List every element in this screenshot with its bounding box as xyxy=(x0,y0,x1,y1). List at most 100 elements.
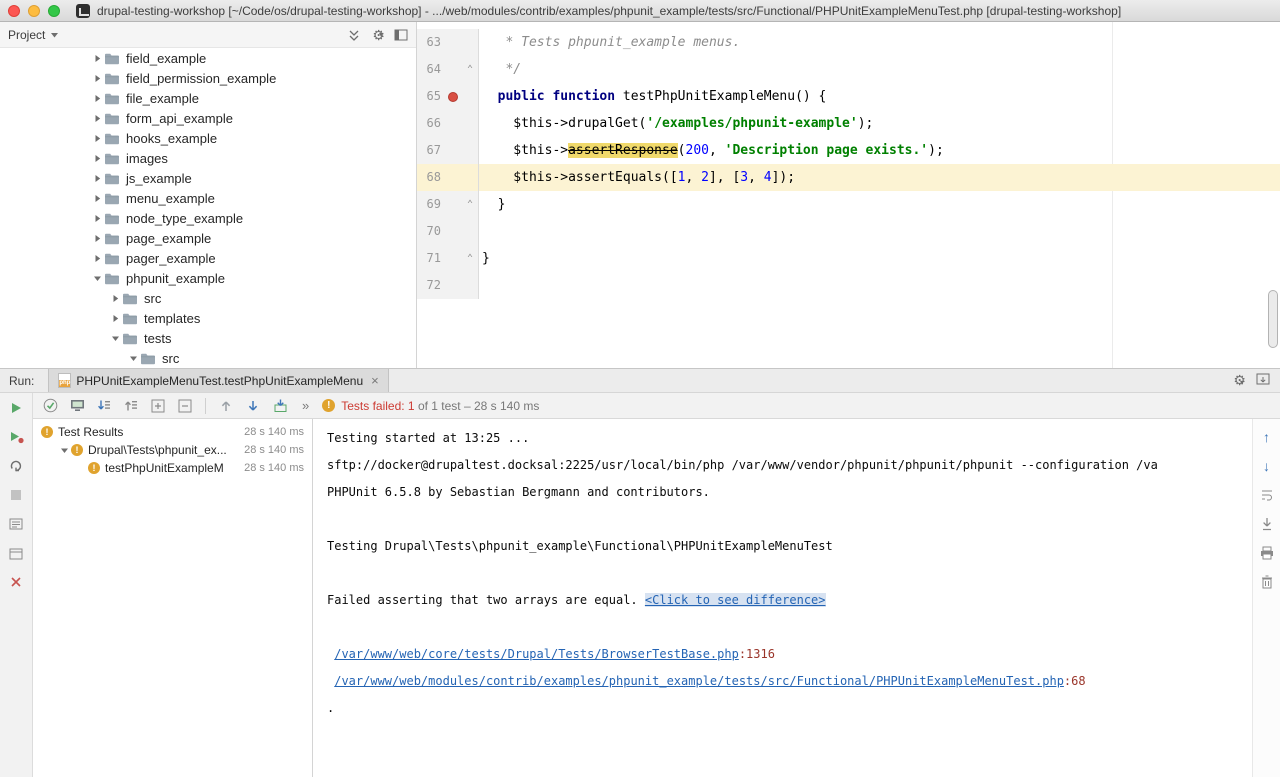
code-text[interactable]: */ xyxy=(479,56,1280,83)
gutter-marker-cell[interactable] xyxy=(444,110,462,137)
project-tree-item-phpunit_example[interactable]: phpunit_example xyxy=(0,268,416,288)
editor-line-68[interactable]: 68 $this->assertEquals([1, 2], [3, 4]); xyxy=(417,164,1280,191)
minimize-window-button[interactable] xyxy=(28,5,40,17)
next-failed-test-button[interactable] xyxy=(244,397,262,415)
code-text[interactable]: } xyxy=(479,191,1280,218)
editor-line-65[interactable]: 65 public function testPhpUnitExampleMen… xyxy=(417,83,1280,110)
print-icon[interactable] xyxy=(1258,544,1276,562)
code-text[interactable]: * Tests phpunit_example menus. xyxy=(479,29,1280,56)
close-run-panel-button[interactable] xyxy=(8,574,24,590)
project-tree-item-templates[interactable]: templates xyxy=(0,308,416,328)
gutter-marker-cell[interactable] xyxy=(444,245,462,272)
gear-icon[interactable]: ⚙▾ xyxy=(372,28,383,42)
chevron-right-icon[interactable] xyxy=(90,54,104,63)
project-tree-item-field_permission_example[interactable]: field_permission_example xyxy=(0,68,416,88)
toggle-auto-test-icon[interactable] xyxy=(8,458,24,474)
chevron-down-icon[interactable] xyxy=(90,274,104,283)
project-tree-item-js_example[interactable]: js_example xyxy=(0,168,416,188)
console-link[interactable]: <Click to see difference> xyxy=(645,593,826,607)
project-tree-item-page_example[interactable]: page_example xyxy=(0,228,416,248)
import-test-results-button[interactable] xyxy=(271,397,289,415)
editor-line-67[interactable]: 67 $this->assertResponse(200, 'Descripti… xyxy=(417,137,1280,164)
chevron-right-icon[interactable] xyxy=(108,294,122,303)
editor-line-71[interactable]: 71⌃} xyxy=(417,245,1280,272)
chevron-down-icon[interactable] xyxy=(50,28,59,42)
project-tree-item-images[interactable]: images xyxy=(0,148,416,168)
project-tree-item-src[interactable]: src xyxy=(0,288,416,308)
project-tree-item-field_example[interactable]: field_example xyxy=(0,48,416,68)
show-passed-toggle[interactable] xyxy=(41,397,59,415)
rerun-test-button[interactable] xyxy=(8,400,24,416)
run-settings-gear-icon[interactable]: ⚙▾ xyxy=(1233,372,1244,390)
chevron-right-icon[interactable] xyxy=(90,194,104,203)
project-view-selector[interactable]: Project xyxy=(8,28,45,42)
code-text[interactable]: $this->assertEquals([1, 2], [3, 4]); xyxy=(479,164,1280,191)
editor-line-66[interactable]: 66 $this->drupalGet('/examples/phpunit-e… xyxy=(417,110,1280,137)
expand-all-button[interactable] xyxy=(149,397,167,415)
code-text[interactable] xyxy=(479,218,1280,245)
gutter-marker-cell[interactable] xyxy=(444,83,462,110)
close-window-button[interactable] xyxy=(8,5,20,17)
line-number[interactable]: 72 xyxy=(417,272,444,299)
chevron-right-icon[interactable] xyxy=(108,314,122,323)
chevron-right-icon[interactable] xyxy=(90,234,104,243)
line-number[interactable]: 69 xyxy=(417,191,444,218)
line-number[interactable]: 70 xyxy=(417,218,444,245)
close-tab-icon[interactable]: × xyxy=(371,374,379,387)
code-text[interactable]: } xyxy=(479,245,1280,272)
chevron-right-icon[interactable] xyxy=(90,74,104,83)
editor-line-69[interactable]: 69 ⌃ } xyxy=(417,191,1280,218)
chevron-right-icon[interactable] xyxy=(90,134,104,143)
chevron-right-icon[interactable] xyxy=(90,254,104,263)
restore-layout-button[interactable] xyxy=(8,545,24,561)
line-number[interactable]: 67 xyxy=(417,137,444,164)
test-tree-row[interactable]: !Test Results28 s 140 ms xyxy=(33,423,312,441)
gutter-marker-cell[interactable] xyxy=(444,29,462,56)
hide-run-panel-icon[interactable] xyxy=(1256,372,1270,390)
sort-alphabetically-toggle[interactable] xyxy=(122,397,140,415)
console-link[interactable]: /var/www/web/modules/contrib/examples/ph… xyxy=(334,674,1064,688)
show-console-icon[interactable] xyxy=(8,516,24,532)
project-tree-item-file_example[interactable]: file_example xyxy=(0,88,416,108)
chevron-right-icon[interactable] xyxy=(90,174,104,183)
fold-marker-icon[interactable]: ⌃ xyxy=(462,245,479,272)
chevron-down-icon[interactable] xyxy=(108,334,122,343)
gutter-marker-cell[interactable] xyxy=(444,137,462,164)
stop-button[interactable] xyxy=(8,487,24,503)
project-tree-item-form_api_example[interactable]: form_api_example xyxy=(0,108,416,128)
gutter-marker-cell[interactable] xyxy=(444,272,462,299)
editor-line-70[interactable]: 70 xyxy=(417,218,1280,245)
fold-marker-icon[interactable]: ⌃ xyxy=(462,56,479,83)
more-toolbar-chevron-icon[interactable]: » xyxy=(302,398,309,413)
line-number[interactable]: 66 xyxy=(417,110,444,137)
collapse-all-button[interactable] xyxy=(176,397,194,415)
chevron-down-icon[interactable] xyxy=(126,354,140,363)
project-tree-item-hooks_example[interactable]: hooks_example xyxy=(0,128,416,148)
project-tree-item-pager_example[interactable]: pager_example xyxy=(0,248,416,268)
line-number[interactable]: 68 xyxy=(417,164,444,191)
test-tree-row[interactable]: !testPhpUnitExampleM28 s 140 ms xyxy=(33,459,312,477)
chevron-right-icon[interactable] xyxy=(90,114,104,123)
test-failed-gutter-icon[interactable] xyxy=(448,92,458,102)
chevron-right-icon[interactable] xyxy=(90,154,104,163)
code-text[interactable]: $this->drupalGet('/examples/phpunit-exam… xyxy=(479,110,1280,137)
console-output[interactable]: Testing started at 13:25 ...sftp://docke… xyxy=(313,419,1252,777)
project-tree-item-src[interactable]: src xyxy=(0,348,416,368)
up-stack-trace-button[interactable]: ↑ xyxy=(1258,428,1276,446)
line-number[interactable]: 65 xyxy=(417,83,444,110)
gutter-marker-cell[interactable] xyxy=(444,164,462,191)
chevron-right-icon[interactable] xyxy=(90,94,104,103)
run-tab[interactable]: php PHPUnitExampleMenuTest.testPhpUnitEx… xyxy=(48,369,388,392)
code-text[interactable] xyxy=(479,272,1280,299)
soft-wrap-toggle[interactable] xyxy=(1258,486,1276,504)
scroll-to-end-button[interactable] xyxy=(1258,515,1276,533)
editor-line-64[interactable]: 64 ⌃ */ xyxy=(417,56,1280,83)
gutter-marker-cell[interactable] xyxy=(444,191,462,218)
previous-failed-test-button[interactable] xyxy=(217,397,235,415)
fold-marker-icon[interactable]: ⌃ xyxy=(462,191,479,218)
line-number[interactable]: 64 xyxy=(417,56,444,83)
gutter-marker-cell[interactable] xyxy=(444,56,462,83)
zoom-window-button[interactable] xyxy=(48,5,60,17)
editor-line-72[interactable]: 72 xyxy=(417,272,1280,299)
code-text[interactable]: $this->assertResponse(200, 'Description … xyxy=(479,137,1280,164)
